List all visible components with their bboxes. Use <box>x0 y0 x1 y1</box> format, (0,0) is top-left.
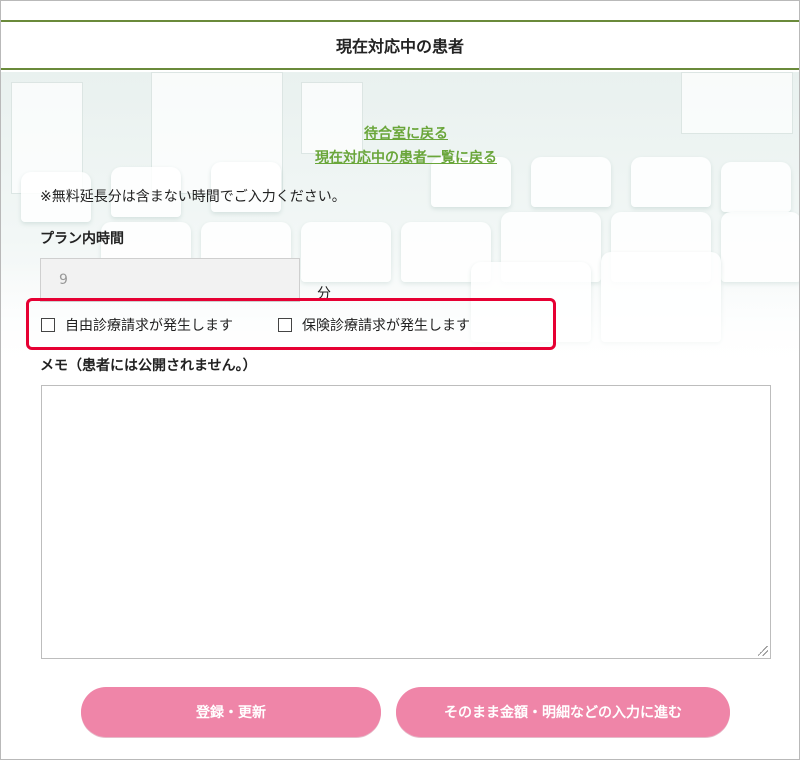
back-to-waiting-room-link[interactable]: 待合室に戻る <box>0 122 800 146</box>
checkbox-square-icon[interactable] <box>41 318 55 332</box>
proceed-to-amount-button[interactable]: そのまま金額・明細などの入力に進む <box>396 687 730 737</box>
plan-time-label: プラン内時間 <box>40 231 124 247</box>
resize-grip-icon[interactable] <box>758 646 768 656</box>
private-billing-label: 自由診療請求が発生します <box>65 318 233 334</box>
back-to-current-patients-link[interactable]: 現在対応中の患者一覧に戻る <box>0 146 800 170</box>
input-note: ※無料延長分は含まない時間でご入力ください。 <box>40 189 346 205</box>
page-header: 現在対応中の患者 <box>1 20 799 70</box>
insurance-billing-checkbox[interactable]: 保険診療請求が発生します <box>278 315 470 335</box>
private-billing-checkbox[interactable]: 自由診療請求が発生します <box>41 315 233 335</box>
register-update-button[interactable]: 登録・更新 <box>81 687 381 737</box>
plan-time-input[interactable]: 9 <box>40 258 300 302</box>
memo-textarea[interactable] <box>41 385 771 659</box>
page-title: 現在対応中の患者 <box>335 37 464 56</box>
checkbox-square-icon[interactable] <box>278 318 292 332</box>
back-links: 待合室に戻る 現在対応中の患者一覧に戻る <box>0 122 800 170</box>
insurance-billing-label: 保険診療請求が発生します <box>302 318 470 334</box>
memo-label: メモ（患者には公開されません。） <box>40 358 257 374</box>
